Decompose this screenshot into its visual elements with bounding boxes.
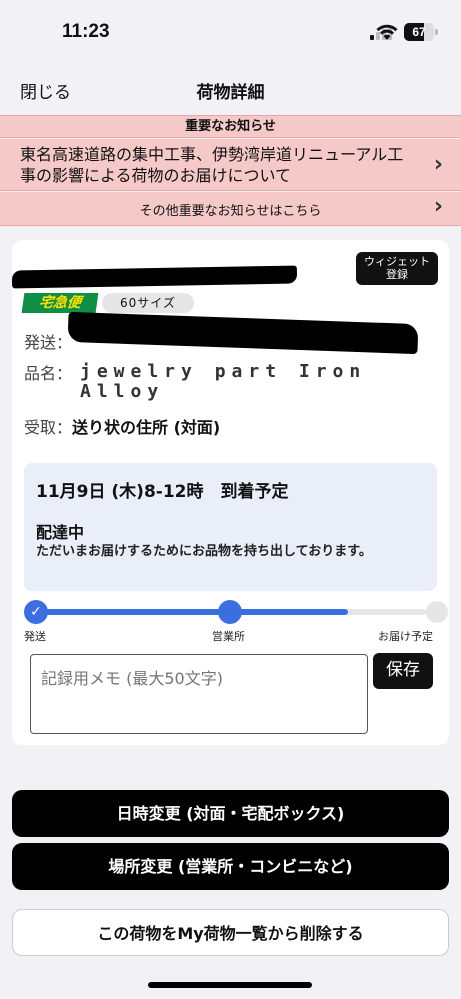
- page-title: 荷物詳細: [196, 83, 265, 103]
- tracking-number-redacted: [11, 252, 312, 289]
- redaction-bar: [11, 265, 298, 289]
- nav-bar: 閉じる 荷物詳細: [0, 66, 461, 114]
- chevron-right-icon: ›: [433, 194, 443, 219]
- status-time: 11:23: [62, 21, 110, 42]
- progress-step-shipped: 発送: [24, 630, 46, 643]
- sender-row: 発送：: [24, 329, 72, 353]
- receive-row: 受取：送り状の住所 (対面): [24, 414, 220, 438]
- check-icon: ✓: [24, 600, 48, 624]
- progress-pending-dot: [426, 601, 448, 623]
- item-name: jewelry part Iron Alloy: [80, 361, 367, 402]
- widget-label-line2: 登録: [386, 268, 408, 281]
- home-indicator: [148, 982, 312, 988]
- status-bar: 11:23 67: [0, 0, 461, 66]
- receive-value: 送り状の住所 (対面): [72, 418, 221, 437]
- progress-current-dot: [218, 600, 242, 624]
- delivery-progress-bar: ✓ 発送 営業所 お届け予定: [24, 598, 448, 643]
- sender-label: 発送：: [24, 333, 73, 352]
- widget-register-button[interactable]: ウィジェット 登録: [356, 252, 438, 285]
- size-badge: 60サイズ: [102, 293, 194, 313]
- delivery-status-description: ただいまお届けするためにお品物を持ち出しております。: [36, 544, 372, 559]
- package-card: ウィジェット 登録 宅急便 60サイズ 発送： 品名： jewelry part…: [11, 240, 449, 745]
- battery-level: 67: [412, 25, 426, 39]
- wifi-icon: [376, 24, 398, 40]
- notice-item[interactable]: 東名高速道路の集中工事、伊勢湾岸道リニューアル工事の影響による荷物のお届けについ…: [0, 139, 461, 191]
- progress-fill: [36, 609, 348, 615]
- redaction-bar: [67, 311, 419, 355]
- item-row: 品名：: [24, 360, 72, 384]
- chevron-right-icon: ›: [433, 152, 443, 177]
- notice-more-link[interactable]: その他重要なお知らせはこちら ›: [0, 192, 461, 226]
- widget-label-line1: ウィジェット: [364, 255, 430, 268]
- notice-heading: 重要なお知らせ: [0, 115, 461, 138]
- progress-step-office: 営業所: [212, 630, 245, 643]
- change-location-button[interactable]: 場所変更 (営業所・コンビニなど): [12, 843, 449, 890]
- arrival-eta: 11月9日 (木)8-12時 到着予定: [36, 482, 289, 502]
- receive-label: 受取：: [24, 418, 73, 437]
- memo-input[interactable]: [30, 654, 368, 734]
- service-logo: 宅急便: [21, 293, 99, 313]
- delivery-status: 配達中: [36, 523, 85, 542]
- item-label: 品名：: [24, 364, 73, 383]
- progress-step-delivery: お届け予定: [378, 630, 433, 643]
- delivery-status-box: 11月9日 (木)8-12時 到着予定 配達中 ただいまお届けするためにお品物を…: [24, 463, 437, 591]
- notice-more-text: その他重要なお知らせはこちら: [139, 204, 322, 219]
- change-datetime-button[interactable]: 日時変更 (対面・宅配ボックス): [12, 790, 449, 837]
- save-button[interactable]: 保存: [373, 653, 433, 689]
- remove-package-button[interactable]: この荷物をMy荷物一覧から削除する: [12, 909, 449, 956]
- battery-icon: 67: [404, 23, 438, 41]
- notice-item-text: 東名高速道路の集中工事、伊勢湾岸道リニューアル工事の影響による荷物のお届けについ…: [20, 145, 404, 185]
